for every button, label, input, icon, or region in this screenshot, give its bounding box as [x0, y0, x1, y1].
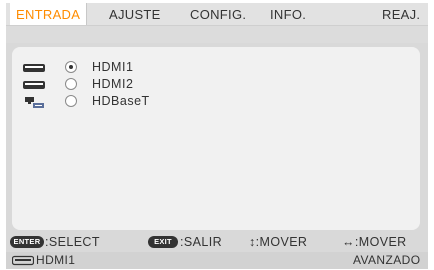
tab-entrada[interactable]: ENTRADA	[10, 3, 87, 25]
source-label: HDMI1	[92, 60, 134, 74]
menu-mode-label: AVANZADO	[353, 253, 421, 267]
source-row-hdbaset[interactable]: HDBaseT	[12, 94, 420, 110]
osd-menu: ENTRADA AJUSTE CONFIG. INFO. REAJ. HDMI1…	[6, 3, 428, 269]
tab-bar: ENTRADA AJUSTE CONFIG. INFO. REAJ.	[6, 3, 428, 26]
enter-hint: :SELECT	[45, 235, 100, 249]
exit-hint: :SALIR	[180, 235, 222, 249]
tab-config[interactable]: CONFIG.	[190, 3, 246, 25]
status-bar: HDMI1 AVANZADO	[6, 252, 428, 269]
tab-ajuste[interactable]: AJUSTE	[109, 3, 161, 25]
exit-key-badge: EXIT	[148, 236, 178, 248]
tab-reaj[interactable]: REAJ.	[382, 3, 420, 25]
sub-header-bar	[6, 26, 428, 43]
source-label: HDBaseT	[92, 94, 150, 108]
source-row-hdmi1[interactable]: HDMI1	[12, 60, 420, 76]
hdmi-port-icon	[23, 81, 45, 89]
hdmi-port-icon	[23, 64, 45, 72]
current-input-label: HDMI1	[36, 253, 76, 267]
key-hints-bar: ENTER :SELECT EXIT :SALIR ↕:MOVER ↔:MOVE…	[6, 235, 428, 251]
radio-hdmi2[interactable]	[65, 78, 77, 90]
hdmi-port-icon	[12, 255, 34, 266]
network-devices-icon	[25, 97, 44, 108]
leftright-move-hint: ↔:MOVER	[342, 235, 407, 249]
tab-info[interactable]: INFO.	[270, 3, 306, 25]
source-label: HDMI2	[92, 77, 134, 91]
radio-hdbaset[interactable]	[65, 95, 77, 107]
radio-hdmi1[interactable]	[65, 61, 77, 73]
enter-key-badge: ENTER	[10, 236, 44, 248]
source-row-hdmi2[interactable]: HDMI2	[12, 77, 420, 93]
updown-move-hint: ↕:MOVER	[249, 235, 308, 249]
input-source-panel: HDMI1 HDMI2 HDBaseT	[12, 47, 420, 230]
